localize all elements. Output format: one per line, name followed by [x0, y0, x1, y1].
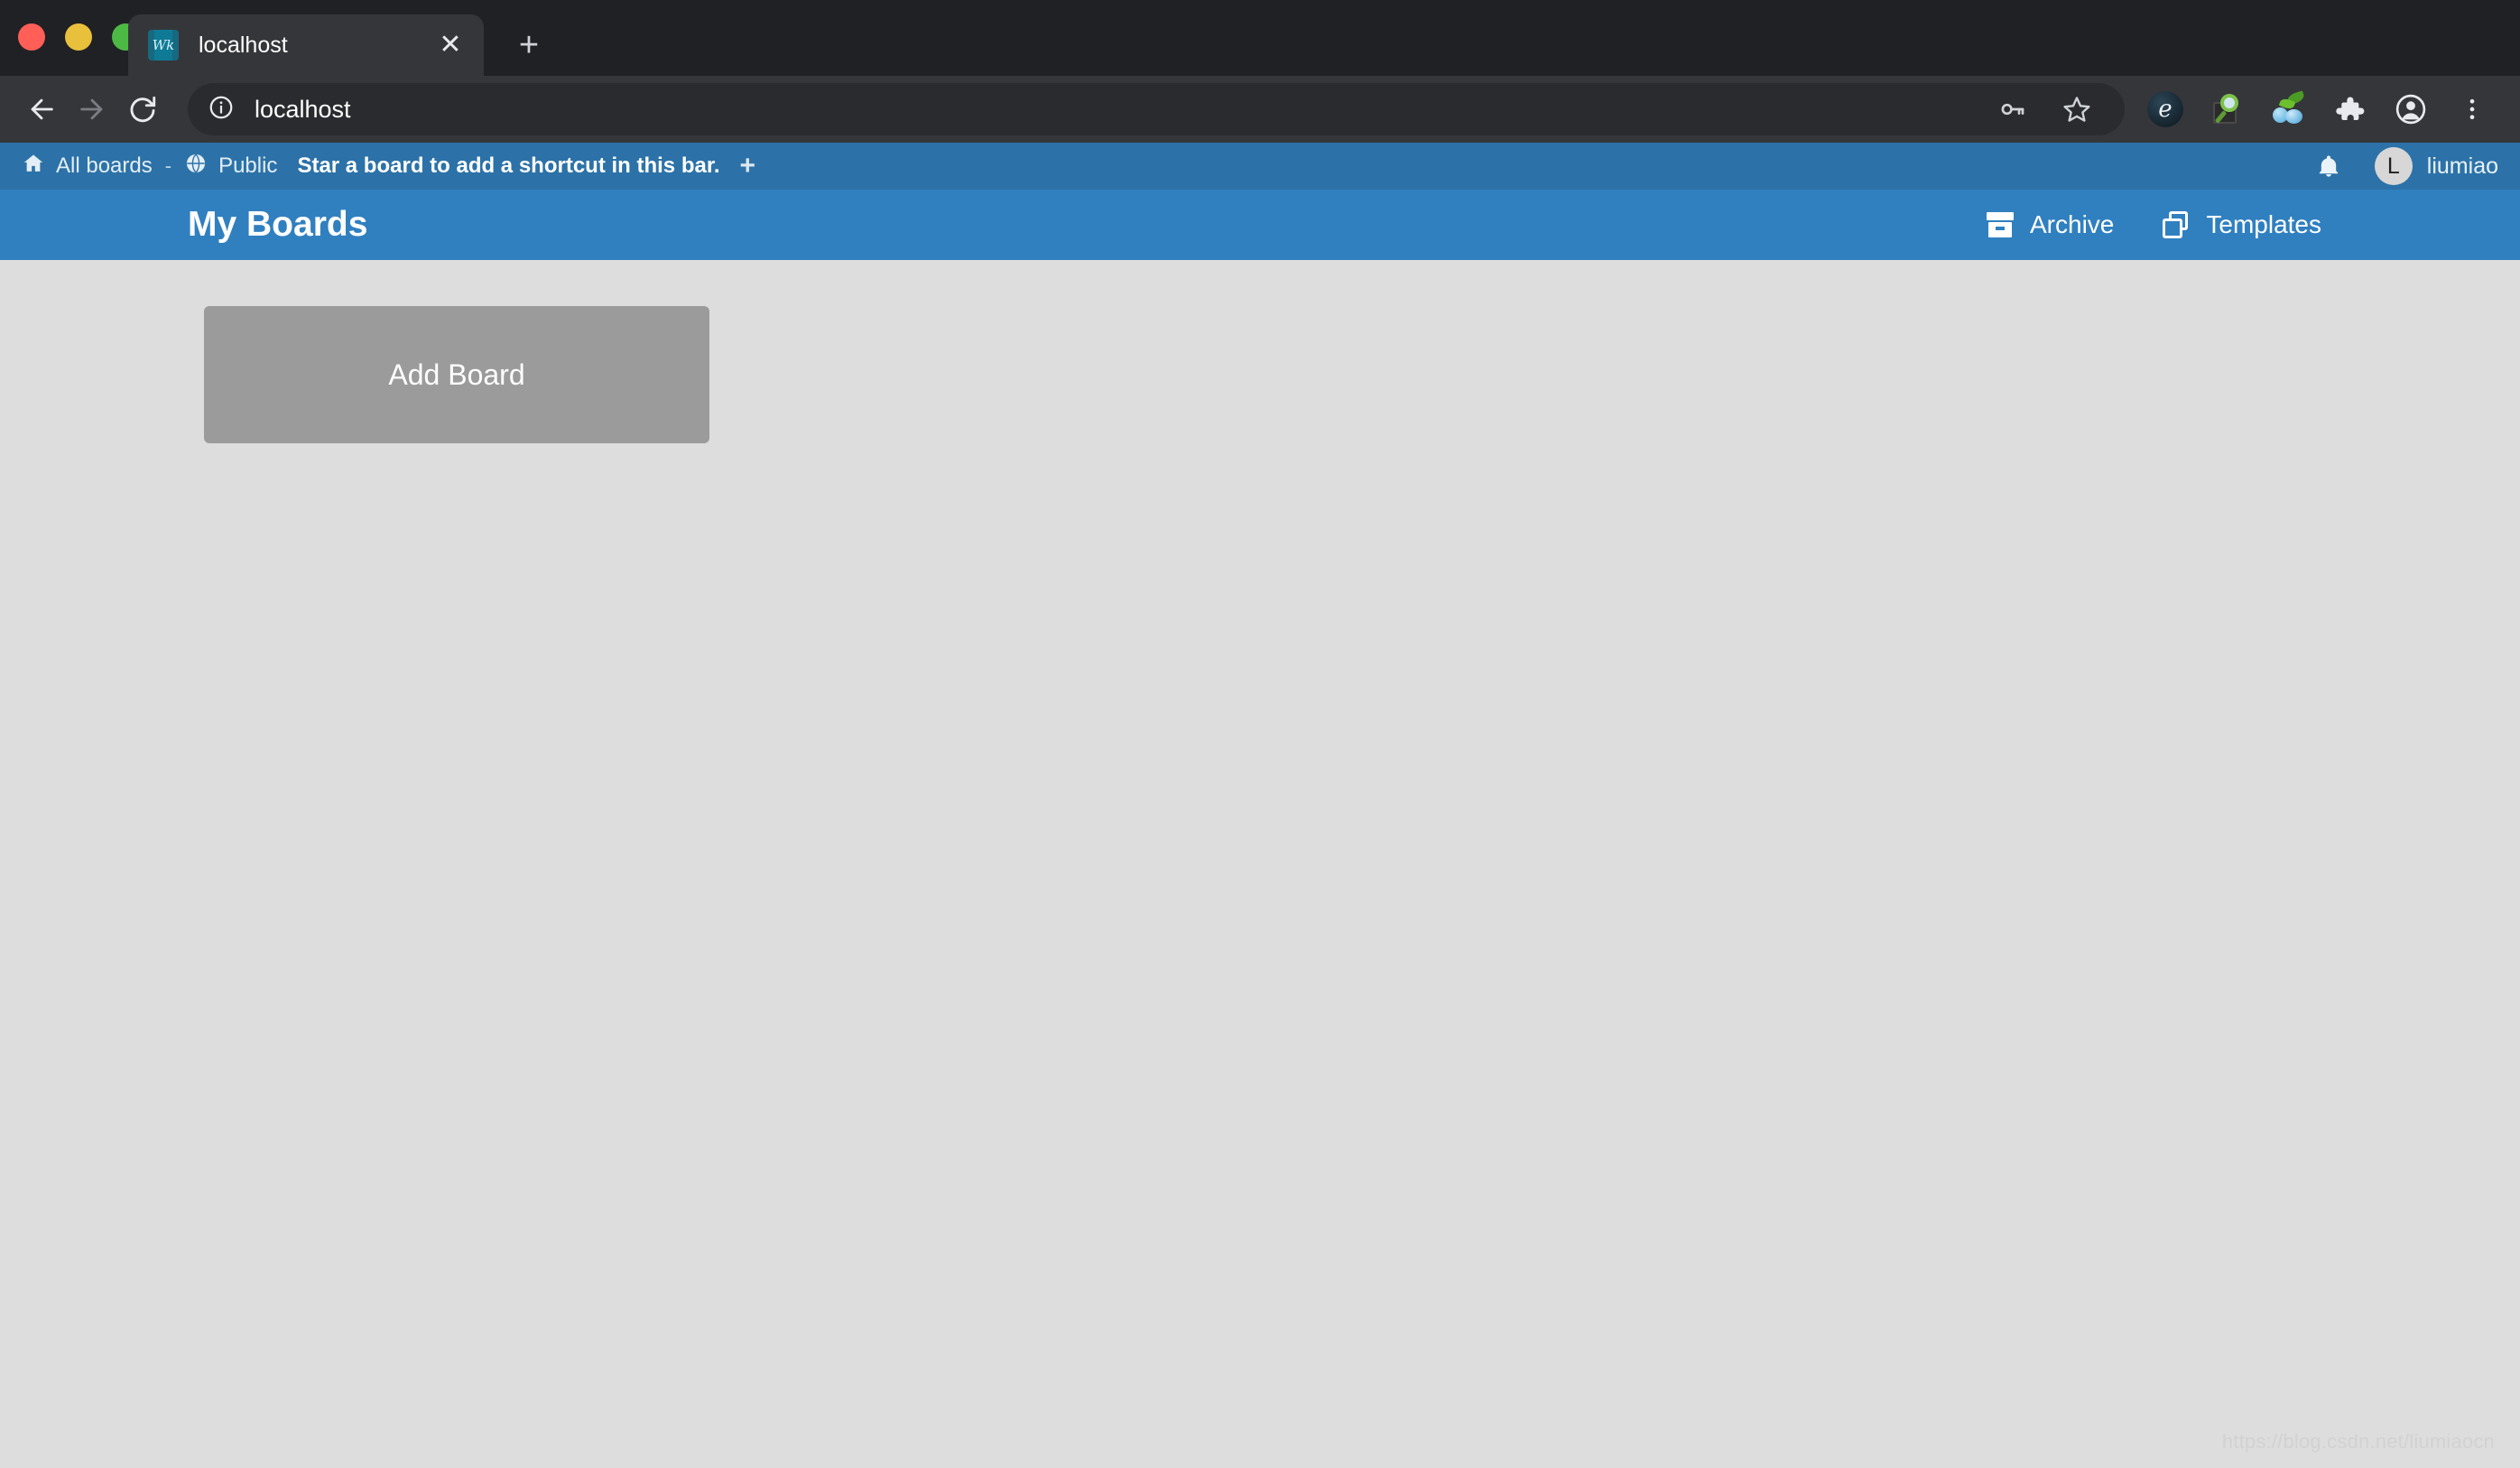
- add-board-label: Add Board: [388, 358, 525, 391]
- extensions-puzzle-icon[interactable]: [2323, 83, 2376, 135]
- board-visibility[interactable]: Public: [177, 152, 284, 181]
- bookmark-star-icon[interactable]: [2051, 83, 2103, 135]
- globe-icon: [184, 152, 208, 181]
- navigation-toolbar: localhost e: [0, 76, 2520, 143]
- board-header: My Boards Archive Templates: [0, 190, 2520, 260]
- watermark-text: https://blog.csdn.net/liumiaocn: [2221, 1430, 2495, 1453]
- star-board-hint: Star a board to add a shortcut in this b…: [297, 153, 720, 178]
- templates-label: Templates: [2206, 210, 2321, 238]
- extension-e-glyph: e: [2147, 91, 2183, 127]
- archive-button[interactable]: Archive: [1987, 210, 2114, 239]
- info-circle-icon[interactable]: [208, 94, 235, 125]
- back-arrow-icon[interactable]: [16, 84, 67, 135]
- breadcrumb: All boards - Public Star a board to add …: [14, 152, 755, 181]
- close-window-button[interactable]: [18, 23, 45, 51]
- all-boards-link[interactable]: All boards: [14, 152, 160, 181]
- reload-icon[interactable]: [117, 84, 168, 135]
- forward-arrow-icon[interactable]: [67, 84, 117, 135]
- home-icon: [22, 152, 45, 181]
- archive-label: Archive: [2030, 210, 2115, 238]
- extension-leaf-glyph: [2269, 90, 2307, 127]
- browser-toolbar-icons: e: [2139, 83, 2498, 135]
- page-title: My Boards: [188, 205, 368, 244]
- add-board-button[interactable]: Add Board: [204, 306, 709, 443]
- extension-e-icon[interactable]: e: [2139, 83, 2191, 135]
- browser-window: Wk localhost ✕ + localhost e All boards …: [0, 0, 2520, 1468]
- extension-magnifier-icon[interactable]: [2200, 83, 2253, 135]
- templates-button[interactable]: Templates: [2163, 210, 2321, 239]
- add-shortcut-button[interactable]: +: [740, 153, 756, 180]
- address-bar[interactable]: localhost: [188, 83, 2125, 135]
- profile-avatar-icon[interactable]: [2385, 83, 2437, 135]
- wekan-top-bar: All boards - Public Star a board to add …: [0, 143, 2520, 190]
- archive-box-icon: [1987, 212, 2014, 237]
- window-controls: [18, 23, 139, 51]
- visibility-label: Public: [218, 153, 278, 178]
- avatar: L: [2374, 147, 2413, 185]
- chrome-menu-icon[interactable]: [2446, 83, 2498, 135]
- address-bar-url[interactable]: localhost: [255, 96, 351, 124]
- tab-strip: Wk localhost ✕ +: [0, 0, 2520, 76]
- new-tab-button[interactable]: +: [504, 20, 554, 70]
- extension-leaf-icon[interactable]: [2262, 83, 2314, 135]
- notification-bell-icon[interactable]: [2313, 151, 2344, 181]
- copy-duplicate-icon: [2163, 211, 2190, 238]
- browser-tab[interactable]: Wk localhost ✕: [128, 14, 484, 76]
- wekan-favicon: Wk: [148, 30, 179, 60]
- favicon-label: Wk: [152, 36, 175, 53]
- password-key-icon[interactable]: [1986, 83, 2038, 135]
- member-menu[interactable]: L liumiao: [2374, 147, 2498, 185]
- all-boards-label: All boards: [56, 153, 153, 178]
- minimize-window-button[interactable]: [65, 23, 92, 51]
- omnibox-actions: [1986, 83, 2112, 135]
- boards-list-area: Add Board https://blog.csdn.net/liumiaoc…: [0, 260, 2520, 1468]
- close-tab-icon[interactable]: ✕: [431, 26, 469, 64]
- board-header-actions: Archive Templates: [1987, 210, 2497, 239]
- top-bar-right: L liumiao: [2313, 147, 2498, 185]
- member-username: liumiao: [2426, 153, 2498, 179]
- tab-title: localhost: [199, 32, 288, 58]
- breadcrumb-separator: -: [164, 154, 172, 177]
- extension-magnifier-glyph: [2209, 91, 2245, 127]
